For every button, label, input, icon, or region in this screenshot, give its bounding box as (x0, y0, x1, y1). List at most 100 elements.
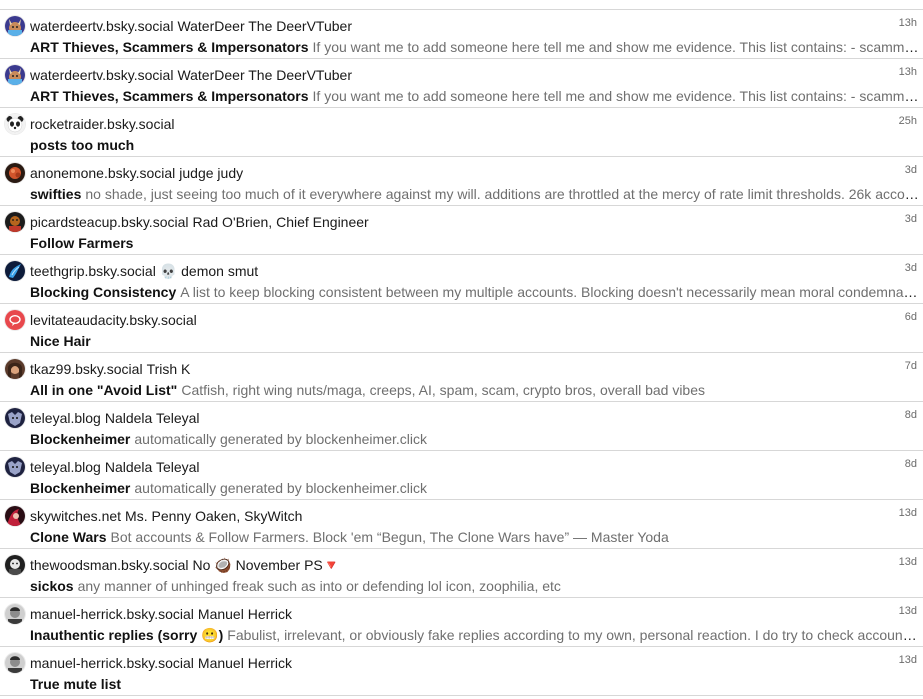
timestamp: 6d (904, 311, 917, 323)
list-name[interactable]: All in one "Avoid List" (30, 382, 177, 398)
avatar[interactable] (5, 653, 25, 673)
author-display-name: WaterDeer The DeerVTuber (177, 67, 352, 83)
list-summary: Nice Hair (30, 333, 920, 350)
list-name[interactable]: Inauthentic replies (sorry 😬) (30, 627, 223, 643)
list-item[interactable]: anonemone.bsky.social judge judy 3d swift… (0, 157, 923, 206)
list-name[interactable]: Nice Hair (30, 333, 91, 349)
author-line: rocketraider.bsky.social (30, 116, 863, 133)
list-summary: Blocking Consistency A list to keep block… (30, 284, 920, 301)
timestamp: 13d (898, 605, 917, 617)
list-name[interactable]: sickos (30, 578, 74, 594)
list-description: automatically generated by blockenheimer… (134, 480, 427, 496)
list-item[interactable]: manuel-herrick.bsky.social Manuel Herrick… (0, 598, 923, 647)
author-handle[interactable]: picardsteacup.bsky.social (30, 214, 188, 230)
list-summary: Clone Wars Bot accounts & Follow Farmers.… (30, 529, 920, 546)
list-name[interactable]: swifties (30, 186, 81, 202)
author-display-name: Naldela Teleyal (104, 459, 200, 475)
list-summary: Follow Farmers (30, 235, 920, 252)
list-summary: All in one "Avoid List" Catfish, right wi… (30, 382, 920, 399)
author-handle[interactable]: rocketraider.bsky.social (30, 116, 174, 132)
author-handle[interactable]: skywitches.net (30, 508, 121, 524)
author-handle[interactable]: anonemone.bsky.social (30, 165, 175, 181)
author-handle[interactable]: waterdeertv.bsky.social (30, 67, 173, 83)
avatar[interactable] (5, 604, 25, 624)
list-name[interactable]: Blockenheimer (30, 480, 130, 496)
list-name[interactable]: posts too much (30, 137, 134, 153)
author-display-name: judge judy (179, 165, 244, 181)
author-line: picardsteacup.bsky.social Rad O'Brien, Ch… (30, 214, 863, 231)
author-line: levitateaudacity.bsky.social (30, 312, 863, 329)
author-line: waterdeertv.bsky.social WaterDeer The Dee… (30, 18, 863, 35)
list-item[interactable]: thewoodsman.bsky.social No 🥥 November PS🔻… (0, 549, 923, 598)
list-name[interactable]: Clone Wars (30, 529, 107, 545)
timestamp: 13d (898, 507, 917, 519)
list-item[interactable]: waterdeertv.bsky.social WaterDeer The Dee… (0, 59, 923, 108)
author-line: manuel-herrick.bsky.social Manuel Herrick (30, 606, 863, 623)
list-summary: ART Thieves, Scammers & Impersonators If … (30, 88, 920, 105)
avatar[interactable] (5, 163, 25, 183)
list-description: no shade, just seeing too much of it eve… (85, 186, 920, 202)
list-item[interactable]: skywitches.net Ms. Penny Oaken, SkyWitch … (0, 500, 923, 549)
author-display-name: Naldela Teleyal (104, 410, 200, 426)
list-item[interactable]: rocketraider.bsky.social 25h posts too m… (0, 108, 923, 157)
list-description: Catfish, right wing nuts/maga, creeps, A… (181, 382, 706, 398)
list-item[interactable]: picardsteacup.bsky.social Rad O'Brien, Ch… (0, 206, 923, 255)
list-name[interactable]: True mute list (30, 676, 121, 692)
author-handle[interactable]: teleyal.blog (30, 459, 101, 475)
timestamp: 13h (898, 66, 917, 78)
author-display-name: Ms. Penny Oaken, SkyWitch (125, 508, 303, 524)
list-item[interactable]: manuel-herrick.bsky.social Manuel Herrick… (0, 647, 923, 696)
list-summary: Blockenheimer automatically generated by … (30, 480, 920, 497)
avatar[interactable] (5, 310, 25, 330)
author-display-name: WaterDeer The DeerVTuber (177, 18, 352, 34)
timestamp: 3d (904, 213, 917, 225)
author-handle[interactable]: teethgrip.bsky.social (30, 263, 156, 279)
list-name[interactable]: Blockenheimer (30, 431, 130, 447)
timestamp: 8d (904, 458, 917, 470)
author-handle[interactable]: teleyal.blog (30, 410, 101, 426)
list-name[interactable]: Follow Farmers (30, 235, 133, 251)
list-description: Bot accounts & Follow Farmers. Block 'em… (110, 529, 669, 545)
author-display-name: No 🥥 November (192, 557, 301, 573)
list-item[interactable]: waterdeertv.bsky.social WaterDeer The Dee… (0, 10, 923, 59)
list-description: automatically generated by blockenheimer… (134, 431, 427, 447)
author-handle[interactable]: manuel-herrick.bsky.social (30, 655, 194, 671)
avatar[interactable] (5, 261, 25, 281)
list-item[interactable]: tkaz99.bsky.social Trish K 7d All in one … (0, 353, 923, 402)
author-handle[interactable]: manuel-herrick.bsky.social (30, 606, 194, 622)
timestamp: 7d (904, 360, 917, 372)
list-name[interactable]: Blocking Consistency (30, 284, 176, 300)
display-name-suffix: PS🔻 (304, 557, 341, 573)
list-item[interactable]: teleyal.blog Naldela Teleyal 8d Blockenhe… (0, 451, 923, 500)
list-description: any manner of unhinged freak such as int… (77, 578, 561, 594)
list-description: Fabulist, irrelevant, or obviously fake … (227, 627, 920, 643)
avatar[interactable] (5, 408, 25, 428)
avatar[interactable] (5, 16, 25, 36)
moderation-list-feed: waterdeertv.bsky.social WaterDeer The Dee… (0, 9, 923, 696)
author-display-name: Manuel Herrick (197, 655, 293, 671)
list-summary: swifties no shade, just seeing too much o… (30, 186, 920, 203)
author-handle[interactable]: thewoodsman.bsky.social (30, 557, 188, 573)
author-handle[interactable]: tkaz99.bsky.social (30, 361, 143, 377)
list-name[interactable]: ART Thieves, Scammers & Impersonators (30, 88, 309, 104)
timestamp: 3d (904, 164, 917, 176)
avatar[interactable] (5, 506, 25, 526)
list-item[interactable]: levitateaudacity.bsky.social 6d Nice Hai… (0, 304, 923, 353)
avatar[interactable] (5, 65, 25, 85)
list-item[interactable]: teethgrip.bsky.social 💀 demon smut 3d Blo… (0, 255, 923, 304)
avatar[interactable] (5, 359, 25, 379)
author-line: waterdeertv.bsky.social WaterDeer The Dee… (30, 67, 863, 84)
timestamp: 8d (904, 409, 917, 421)
author-handle[interactable]: waterdeertv.bsky.social (30, 18, 173, 34)
author-handle[interactable]: levitateaudacity.bsky.social (30, 312, 197, 328)
avatar[interactable] (5, 212, 25, 232)
author-line: teleyal.blog Naldela Teleyal (30, 459, 863, 476)
list-summary: Blockenheimer automatically generated by … (30, 431, 920, 448)
avatar[interactable] (5, 457, 25, 477)
list-name[interactable]: ART Thieves, Scammers & Impersonators (30, 39, 309, 55)
list-item[interactable]: teleyal.blog Naldela Teleyal 8d Blockenhe… (0, 402, 923, 451)
author-line: anonemone.bsky.social judge judy (30, 165, 863, 182)
avatar[interactable] (5, 114, 25, 134)
avatar[interactable] (5, 555, 25, 575)
author-line: thewoodsman.bsky.social No 🥥 November PS🔻 (30, 557, 863, 574)
